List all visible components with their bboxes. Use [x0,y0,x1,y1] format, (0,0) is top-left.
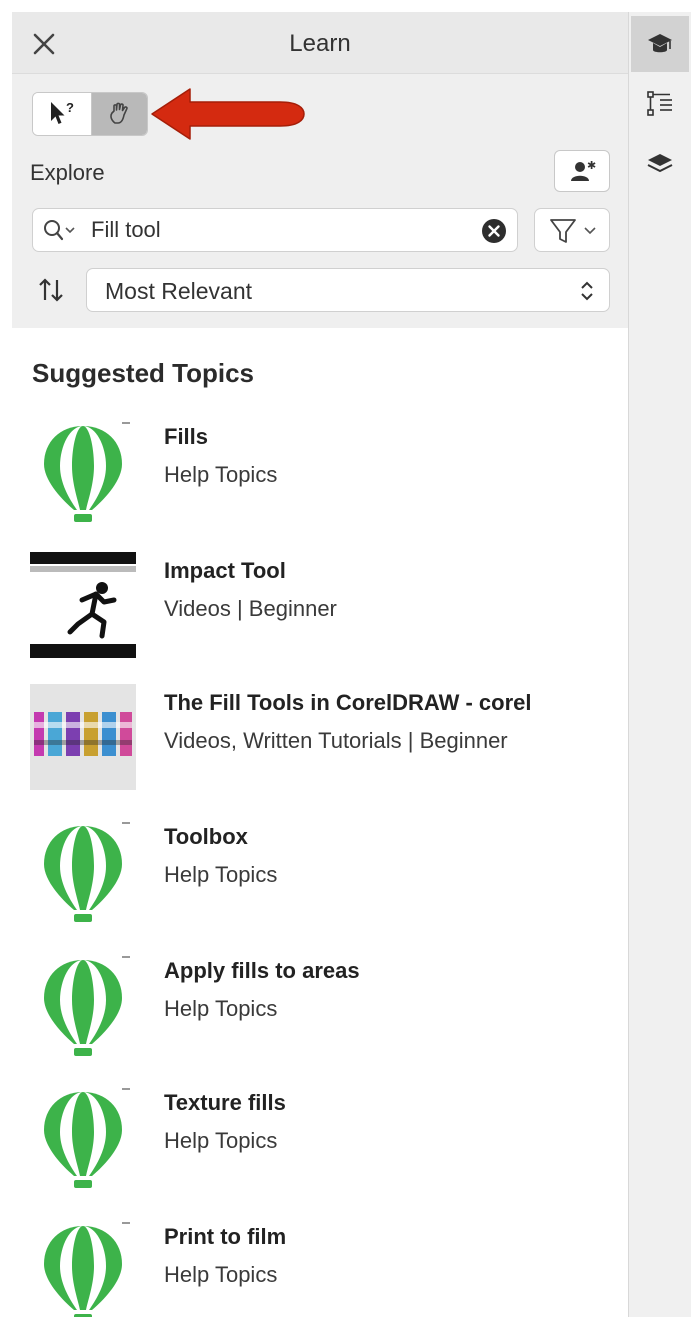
sort-order-button[interactable] [36,276,66,304]
balloon-logo-icon [44,822,130,922]
balloon-logo-icon [44,956,130,1056]
hand-icon [109,102,128,124]
topic-subtitle: Help Topics [164,462,278,487]
clear-search-button[interactable] [481,218,507,244]
topic-subtitle: Help Topics [164,862,278,887]
graduation-cap-icon [648,34,672,53]
topic-subtitle: Help Topics [164,1262,278,1287]
search-options-button[interactable] [43,219,83,243]
panel-title: Learn [289,30,351,57]
user-star-icon: ✱ [571,159,596,181]
topic-subtitle: Videos, Written Tutorials | Beginner [164,728,508,753]
updown-chevron-icon [581,281,593,301]
learn-docker-tab[interactable] [631,16,689,72]
sort-selected-value: Most Relevant [105,278,253,304]
search-icon [44,220,75,241]
learn-docker: Learn ? Explore ✱ Fill tool Most Relevan… [12,12,628,1317]
svg-text:?: ? [66,100,74,115]
balloon-logo-icon [44,1222,130,1317]
topic-title: Texture fills [164,1090,286,1115]
filter-button[interactable] [534,208,610,252]
topic-item[interactable]: Apply fills to areas Help Topics [30,952,628,1072]
explore-label: Explore [30,160,105,185]
topic-item[interactable]: Print to film Help Topics [30,1218,628,1317]
svg-text:✱: ✱ [587,159,596,172]
balloon-logo-icon [44,1088,130,1188]
profile-button[interactable]: ✱ [554,150,610,192]
topic-title: Fills [164,424,209,449]
layers-docker-tab[interactable] [631,136,689,192]
help-mode-button[interactable]: ? [33,93,91,135]
runner-video-thumbnail [30,552,136,658]
filter-funnel-icon [550,219,596,243]
topic-item[interactable]: Texture fills Help Topics [30,1084,628,1204]
topic-item[interactable]: Impact Tool Videos | Beginner [30,552,628,672]
search-box [32,208,518,252]
topic-title: Toolbox [164,824,248,849]
topic-item[interactable]: The Fill Tools in CorelDRAW - corel Vide… [30,684,628,804]
suggested-topics-heading: Suggested Topics [32,358,254,388]
topic-title: Apply fills to areas [164,958,360,983]
balloon-logo-icon [44,422,130,522]
topic-subtitle: Help Topics [164,1128,278,1153]
topic-item[interactable]: Toolbox Help Topics [30,818,628,938]
cursor-help-icon: ? [51,100,74,124]
docker-tab-strip [628,12,691,1317]
topic-item[interactable]: Fills Help Topics [30,418,628,538]
topic-subtitle: Help Topics [164,996,278,1021]
properties-icon [647,91,672,116]
fills-video-thumbnail [30,684,136,790]
topic-title: Print to film [164,1224,287,1249]
sort-dropdown[interactable]: Most Relevant [86,268,610,312]
sort-arrows-icon [39,278,63,302]
title-bar: Learn [12,12,628,74]
clear-circle-icon [482,219,506,243]
topic-subtitle: Videos | Beginner [164,596,337,621]
mode-toggle: ? [32,92,148,136]
topic-title: Impact Tool [164,558,286,583]
learn-mode-button[interactable] [91,93,147,135]
topic-title: The Fill Tools in CorelDRAW - corel [164,690,532,715]
annotation-arrow-icon [151,88,305,140]
search-input[interactable] [91,215,461,245]
layers-icon [647,154,673,173]
properties-docker-tab[interactable] [631,76,689,132]
